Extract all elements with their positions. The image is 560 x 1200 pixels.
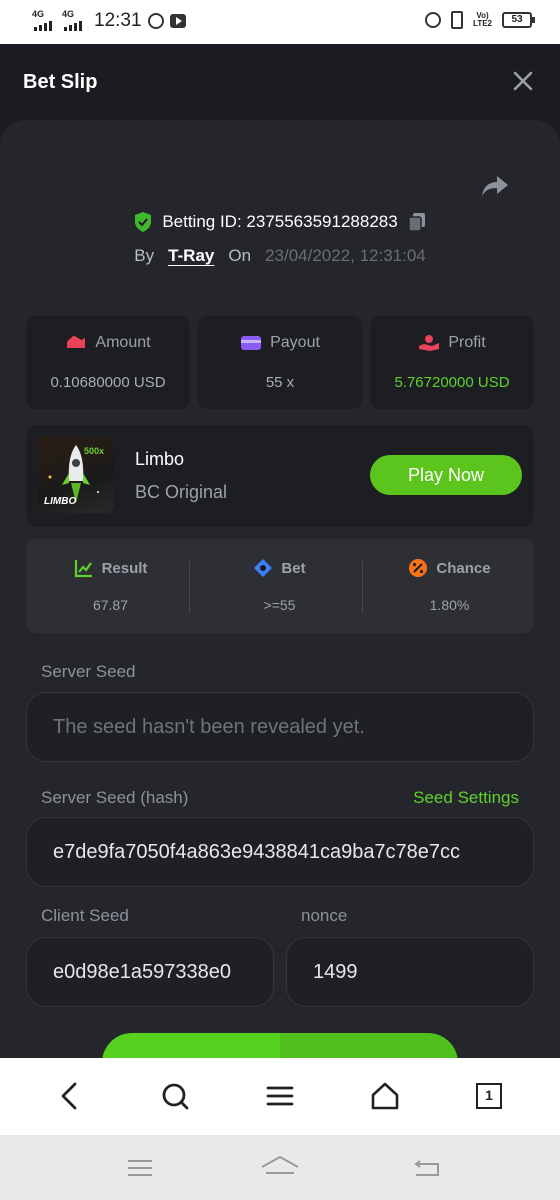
payout-value: 55 x xyxy=(265,374,295,391)
on-label: On xyxy=(228,246,252,265)
payout-card: Payout 55 x xyxy=(198,316,362,409)
client-seed-field[interactable]: e0d98e1a597338e0 xyxy=(26,937,274,1007)
amount-value: 0.10680000 USD xyxy=(50,374,166,391)
youtube-icon xyxy=(169,14,186,28)
divider-2 xyxy=(362,561,363,613)
bet-ticket-icon xyxy=(254,559,273,577)
multiplier-badge: 500x xyxy=(83,446,104,456)
network-type-2: 4G xyxy=(62,9,75,19)
search-icon[interactable] xyxy=(159,1080,191,1112)
server-hash-field[interactable]: e7de9fa7050f4a863e9438841ca9ba7c78e7cc xyxy=(26,817,534,887)
profit-label: Profit xyxy=(448,334,486,351)
betting-id: Betting ID: 2375563591288283 xyxy=(162,212,398,231)
server-seed-field[interactable]: The seed hasn't been revealed yet. xyxy=(26,692,534,762)
nonce-field[interactable]: 1499 xyxy=(286,937,534,1007)
clock: 12:31 xyxy=(94,10,142,31)
server-seed-label: Server Seed xyxy=(41,662,136,681)
game-subtitle: BC Original xyxy=(135,482,228,502)
seed-settings-link[interactable]: Seed Settings xyxy=(413,788,519,808)
result-col: Result 67.87 xyxy=(26,539,195,633)
game-thumbnail[interactable]: 500x LIMBO xyxy=(38,437,114,513)
recents-icon[interactable] xyxy=(126,1153,154,1183)
result-label: Result xyxy=(101,559,148,577)
volte-icon: Vo) LTE2 xyxy=(473,12,492,28)
close-icon[interactable] xyxy=(512,70,534,92)
profit-card: Profit 5.76720000 USD xyxy=(370,316,534,409)
tabs-button[interactable]: 1 xyxy=(476,1083,502,1109)
system-back-icon[interactable] xyxy=(412,1153,442,1183)
chance-value: 1.80% xyxy=(429,597,470,613)
signal-icon: 4G xyxy=(32,10,56,32)
server-hash-label: Server Seed (hash) xyxy=(41,788,189,807)
client-seed-label: Client Seed xyxy=(41,906,129,925)
betting-id-row: Betting ID: 2375563591288283 xyxy=(0,212,560,232)
back-icon[interactable] xyxy=(54,1080,86,1112)
status-bar: 4G 4G 12:31 Vo) LTE2 53 xyxy=(0,0,560,44)
chance-col: Chance 1.80% xyxy=(365,539,534,633)
wallet-icon xyxy=(241,336,262,350)
profit-value: 5.76720000 USD xyxy=(394,374,510,391)
system-home-icon[interactable] xyxy=(260,1153,300,1183)
battery-icon: 53 xyxy=(502,12,535,28)
amount-icon xyxy=(67,336,86,348)
by-label: By xyxy=(134,246,155,265)
percent-icon xyxy=(409,559,428,577)
result-chart-icon xyxy=(74,560,92,578)
volte-bottom: LTE2 xyxy=(473,19,492,28)
network-type-1: 4G xyxy=(32,9,45,19)
nonce-label: nonce xyxy=(301,906,348,925)
payout-label: Payout xyxy=(270,334,320,351)
page-title: Bet Slip xyxy=(23,71,98,93)
copy-icon[interactable] xyxy=(407,212,426,232)
status-left: 4G 4G 12:31 xyxy=(32,10,186,32)
profit-hand-icon xyxy=(419,335,440,351)
system-nav-bar xyxy=(0,1135,560,1200)
chance-label: Chance xyxy=(436,559,491,577)
whatsapp-icon xyxy=(147,13,164,29)
signal-icon-2: 4G xyxy=(62,10,86,32)
share-icon[interactable] xyxy=(481,174,509,198)
result-value: 67.87 xyxy=(92,597,129,613)
amount-label: Amount xyxy=(95,334,151,351)
status-right: Vo) LTE2 53 xyxy=(425,11,535,29)
bet-label: Bet xyxy=(281,559,306,577)
home-icon[interactable] xyxy=(369,1080,401,1112)
game-card: 500x LIMBO Limbo BC Original Play Now xyxy=(26,425,534,527)
menu-icon[interactable] xyxy=(264,1080,296,1112)
shield-check-icon xyxy=(135,212,152,232)
result-panel: Result 67.87 Bet >=55 Chance 1.80% xyxy=(26,539,534,633)
user-link[interactable]: T-Ray xyxy=(168,246,214,266)
divider xyxy=(189,561,190,613)
play-now-button[interactable]: Play Now xyxy=(370,455,522,495)
alarm-icon xyxy=(425,12,442,28)
bet-value: >=55 xyxy=(263,597,296,613)
amount-card: Amount 0.10680000 USD xyxy=(26,316,190,409)
game-name: Limbo xyxy=(135,449,185,469)
bet-author-row: By T-Ray On 23/04/2022, 12:31:04 xyxy=(0,246,560,266)
vibrate-icon xyxy=(451,11,464,29)
bet-date: 23/04/2022, 12:31:04 xyxy=(265,246,426,265)
game-logo-text: LIMBO xyxy=(44,496,77,507)
bet-slip-header: Bet Slip xyxy=(0,44,560,120)
bet-col: Bet >=55 xyxy=(195,539,364,633)
